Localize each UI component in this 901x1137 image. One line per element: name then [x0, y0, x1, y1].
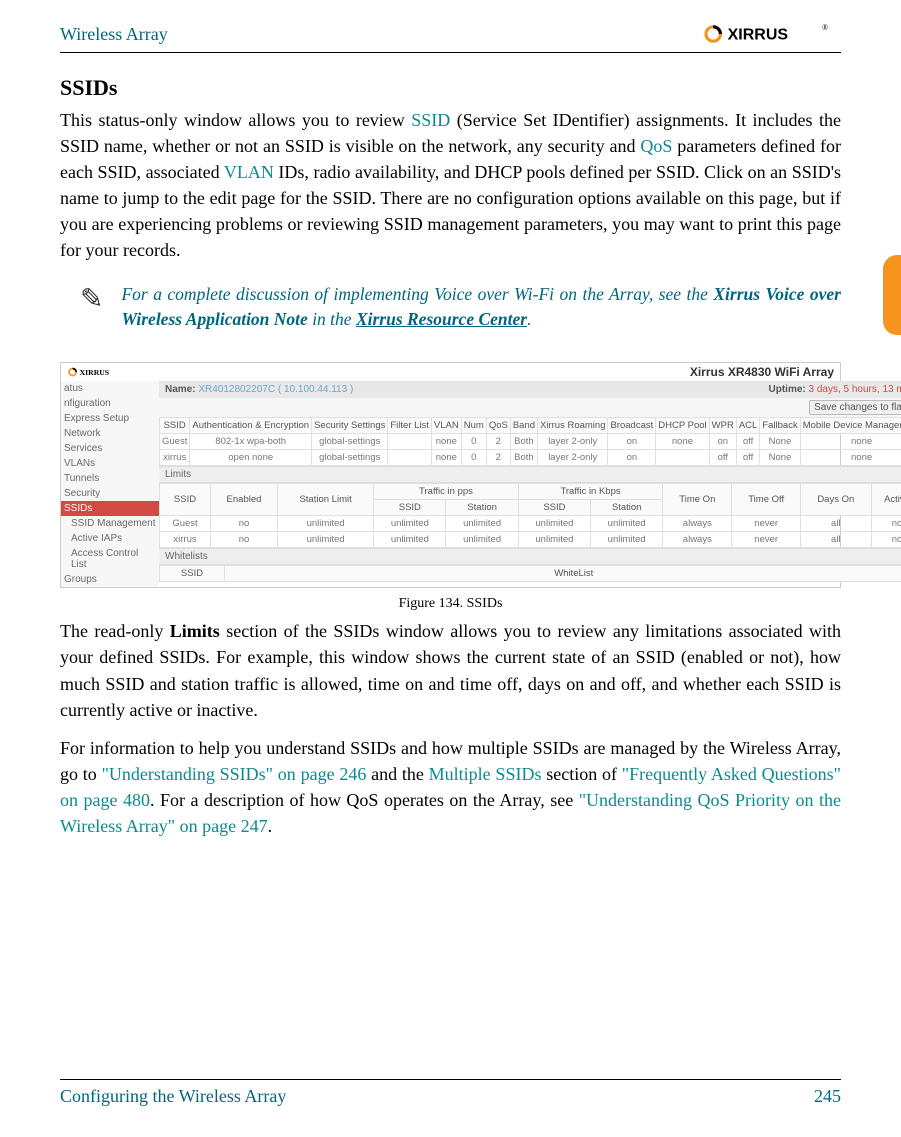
wmi-name-value: XR4012802207C ( 10.100.44.113 )	[198, 384, 353, 395]
sidebar-item[interactable]: Access Control List	[61, 546, 159, 572]
limits-section-label: Limits	[159, 466, 901, 483]
running-head-title: Wireless Array	[60, 24, 168, 45]
whitelists-section-label: Whitelists	[159, 548, 901, 565]
link-vlan[interactable]: VLAN	[224, 162, 274, 182]
limits-paragraph: The read-only Limits section of the SSID…	[60, 618, 841, 722]
figure-caption: Figure 134. SSIDs	[60, 596, 841, 612]
table-row: xirrus open none global-settings none 0 …	[160, 450, 901, 466]
sidebar-item[interactable]: Groups	[61, 572, 159, 587]
save-button[interactable]: Save changes to flash	[809, 400, 901, 415]
intro-paragraph: This status-only window allows you to re…	[60, 107, 841, 264]
svg-text:XIRRUS: XIRRUS	[80, 368, 109, 377]
footer-section-title: Configuring the Wireless Array	[60, 1086, 286, 1107]
link-understanding-ssids[interactable]: "Understanding SSIDs" on page 246	[102, 764, 367, 784]
page-number: 245	[814, 1086, 841, 1107]
wmi-logo: XIRRUS	[67, 365, 137, 379]
sidebar-item[interactable]: Security	[61, 486, 159, 501]
xirrus-logo: XIRRUS ®	[691, 22, 841, 46]
link-resource-center[interactable]: Xirrus Resource Center	[356, 309, 527, 329]
wmi-ssid-table: SSID Authentication & Encryption Securit…	[159, 417, 901, 466]
sidebar-item[interactable]: SSID Management	[61, 516, 159, 531]
sidebar-item[interactable]: Express Setup	[61, 411, 159, 426]
wmi-status-bar: Name: XR4012802207C ( 10.100.44.113 ) Up…	[159, 381, 901, 398]
table-row: Guest 802-1x wpa-both global-settings no…	[160, 434, 901, 450]
sidebar-item-ssids[interactable]: SSIDs	[61, 501, 159, 516]
sidebar-item[interactable]: atus	[61, 381, 159, 396]
sidebar-item[interactable]: nfiguration	[61, 396, 159, 411]
svg-text:XIRRUS: XIRRUS	[728, 27, 789, 44]
sidebar-item[interactable]: Network	[61, 426, 159, 441]
wmi-sidebar: atus nfiguration Express Setup Network S…	[61, 381, 159, 587]
sidebar-item[interactable]: Tunnels	[61, 471, 159, 486]
sidebar-item[interactable]: Services	[61, 441, 159, 456]
table-row: Guest no unlimited unlimited unlimited u…	[160, 516, 901, 532]
pencil-icon: ✎	[80, 286, 103, 314]
note-text: For a complete discussion of implementin…	[121, 282, 841, 333]
page-footer: Configuring the Wireless Array 245	[60, 1079, 841, 1107]
page-side-tab	[883, 255, 901, 335]
figure-ssids: XIRRUS Xirrus XR4830 WiFi Array atus nfi…	[60, 362, 841, 612]
wmi-device-name: Xirrus XR4830 WiFi Array	[690, 365, 834, 379]
note-block: ✎ For a complete discussion of implement…	[60, 276, 841, 345]
sidebar-item[interactable]: VLANs	[61, 456, 159, 471]
link-ssid[interactable]: SSID	[411, 110, 450, 130]
svg-text:®: ®	[822, 23, 828, 32]
link-qos[interactable]: QoS	[640, 136, 672, 156]
link-multiple-ssids[interactable]: Multiple SSIDs	[429, 764, 542, 784]
refs-paragraph: For information to help you understand S…	[60, 735, 841, 839]
wmi-whitelist-table: SSID WhiteList	[159, 565, 901, 582]
wmi-uptime-value: 3 days, 5 hours, 13 mins	[809, 384, 901, 395]
wmi-limits-table: SSID Enabled Station Limit Traffic in pp…	[159, 483, 901, 548]
table-row: xirrus no unlimited unlimited unlimited …	[160, 532, 901, 548]
running-header: Wireless Array XIRRUS ®	[60, 22, 841, 53]
sidebar-item[interactable]: Active IAPs	[61, 531, 159, 546]
section-heading: SSIDs	[60, 75, 841, 101]
